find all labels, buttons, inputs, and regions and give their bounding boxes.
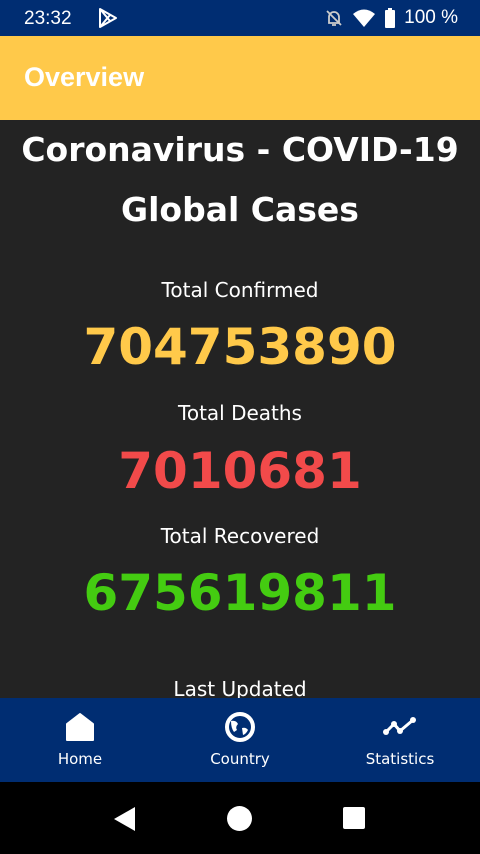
recents-icon[interactable] [342, 806, 366, 830]
chart-line-icon [383, 717, 416, 735]
status-bar: 23:32 100 % [0, 0, 480, 36]
nav-statistics[interactable]: Statistics [320, 698, 480, 782]
heading-line-2: Global Cases [121, 190, 359, 229]
nav-country[interactable]: Country [160, 698, 320, 782]
battery-percent: 100 % [404, 7, 458, 28]
app-bar: Overview [0, 36, 480, 120]
wifi-icon [353, 9, 376, 27]
system-navigation-bar [0, 782, 480, 854]
nav-country-label: Country [210, 750, 270, 768]
app-bar-title: Overview [24, 62, 145, 92]
heading-line-1: Coronavirus - COVID-19 [21, 130, 459, 169]
bottom-navigation: Home Country Statistics [0, 698, 480, 782]
recovered-label: Total Recovered [160, 524, 320, 548]
confirmed-value: 704753890 [83, 318, 397, 376]
last-updated-label: Last Updated [173, 677, 307, 698]
overview-content[interactable]: Coronavirus - COVID-19 Global Cases Tota… [0, 120, 480, 698]
nav-home[interactable]: Home [0, 698, 160, 782]
deaths-label: Total Deaths [178, 401, 302, 425]
confirmed-label: Total Confirmed [161, 278, 319, 302]
home-button-icon[interactable] [226, 805, 253, 832]
nav-home-label: Home [57, 750, 103, 768]
recovered-value: 675619811 [83, 564, 397, 622]
deaths-value: 7010681 [118, 442, 362, 500]
battery-icon [385, 8, 396, 28]
status-time: 23:32 [24, 8, 72, 29]
globe-icon [225, 712, 255, 742]
back-icon[interactable] [113, 806, 137, 832]
play-store-icon [99, 8, 117, 28]
notifications-off-icon [326, 10, 342, 26]
nav-statistics-label: Statistics [365, 750, 435, 768]
home-icon [66, 713, 94, 741]
